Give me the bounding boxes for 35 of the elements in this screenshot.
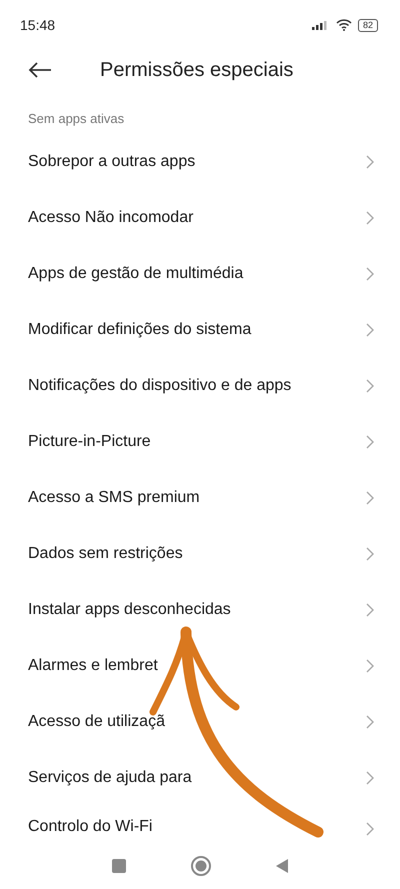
settings-item[interactable]: Acesso a SMS premium (0, 470, 400, 526)
settings-item[interactable]: Serviços de ajuda para (0, 750, 400, 806)
chevron-icon (366, 547, 374, 561)
status-time: 15:48 (20, 17, 56, 33)
settings-item[interactable]: Controlo do Wi-Fi (0, 806, 400, 836)
chevron-icon (366, 771, 374, 785)
settings-item[interactable]: Apps de gestão de multimédia (0, 246, 400, 302)
item-subtitle: Sem apps ativas (28, 111, 124, 126)
settings-item[interactable]: Notificações do dispositivo e de apps (0, 358, 400, 414)
settings-item[interactable]: Picture-in-Picture (0, 414, 400, 470)
chevron-icon (366, 491, 374, 505)
chevron-icon (366, 715, 374, 729)
home-icon[interactable] (190, 855, 212, 877)
back-icon[interactable] (274, 858, 289, 874)
wifi-icon (336, 19, 352, 31)
settings-item[interactable]: Modificar definições do sistema (0, 302, 400, 358)
settings-item[interactable]: Instalar apps desconhecidas (0, 582, 400, 638)
back-arrow-icon[interactable] (28, 62, 52, 78)
recents-icon[interactable] (111, 858, 128, 874)
chevron-icon (366, 822, 374, 836)
settings-item[interactable]: Sobrepor a outras apps (0, 134, 400, 190)
settings-item[interactable]: Acesso Não incomodar (0, 190, 400, 246)
chevron-icon (366, 211, 374, 225)
settings-item[interactable]: Dados sem restrições (0, 526, 400, 582)
settings-item[interactable]: Alarmes e lembret (0, 638, 400, 694)
chevron-icon (366, 603, 374, 617)
chevron-icon (366, 267, 374, 281)
page-title: Permissões especiais (100, 58, 294, 82)
chevron-icon (366, 155, 374, 169)
chevron-icon (366, 659, 374, 673)
settings-item[interactable]: Acesso de utilizaçã (0, 694, 400, 750)
battery-level: 82 (358, 18, 378, 32)
chevron-icon (366, 435, 374, 449)
chevron-icon (366, 323, 374, 337)
chevron-icon (366, 379, 374, 393)
